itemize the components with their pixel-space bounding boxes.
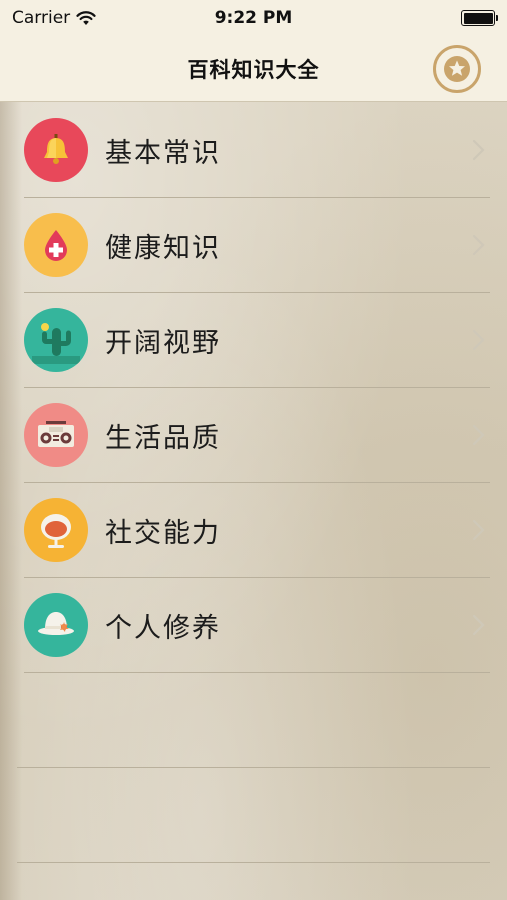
category-label: 个人修养 bbox=[105, 613, 221, 644]
chevron-right-icon bbox=[472, 614, 485, 636]
category-label: 社交能力 bbox=[105, 518, 221, 549]
star-icon bbox=[444, 56, 470, 82]
category-icon-badge bbox=[24, 593, 88, 657]
status-time: 9:22 PM bbox=[214, 8, 293, 28]
page-title: 百科知识大全 bbox=[187, 57, 320, 82]
chevron-right-icon bbox=[472, 329, 485, 351]
empty-list-row bbox=[0, 673, 507, 768]
category-row-health[interactable]: 健康知识 bbox=[0, 198, 507, 293]
category-row-self-cultivation[interactable]: 个人修养 bbox=[0, 578, 507, 673]
category-row-horizons[interactable]: 开阔视野 bbox=[0, 293, 507, 388]
chevron-right-icon bbox=[472, 139, 485, 161]
category-icon-badge bbox=[24, 118, 88, 182]
empty-list-row bbox=[0, 768, 507, 863]
category-icon-badge bbox=[24, 308, 88, 372]
category-row-life-quality[interactable]: 生活品质 bbox=[0, 388, 507, 483]
category-label: 健康知识 bbox=[105, 233, 221, 264]
status-left: Carrier bbox=[12, 8, 172, 28]
status-bar: Carrier 9:22 PM bbox=[0, 0, 507, 36]
category-label: 开阔视野 bbox=[105, 328, 221, 359]
radio-icon bbox=[38, 421, 74, 447]
carrier-label: Carrier bbox=[12, 8, 71, 28]
category-icon-badge bbox=[24, 498, 88, 562]
category-list: 基本常识 健康知识 开阔视野 生活品质 社交能力 个人修养 bbox=[0, 103, 507, 863]
blood-drop-icon bbox=[45, 230, 67, 261]
status-right bbox=[335, 10, 498, 26]
wifi-icon bbox=[76, 10, 96, 25]
favorites-button[interactable] bbox=[433, 45, 481, 93]
egg-chair-icon bbox=[41, 514, 71, 548]
category-icon-badge bbox=[24, 403, 88, 467]
bell-icon bbox=[44, 134, 68, 164]
category-icon-badge bbox=[24, 213, 88, 277]
chevron-right-icon bbox=[472, 424, 485, 446]
sun-hat-icon bbox=[38, 612, 74, 635]
battery-icon bbox=[461, 10, 498, 26]
cactus-icon bbox=[32, 323, 80, 364]
navigation-bar: 百科知识大全 bbox=[0, 36, 507, 102]
app-screen: Carrier 9:22 PM 百科知识大全 基本常识 健康知识 开阔视野 生活… bbox=[0, 0, 507, 900]
chevron-right-icon bbox=[472, 519, 485, 541]
chevron-right-icon bbox=[472, 234, 485, 256]
category-label: 基本常识 bbox=[105, 138, 221, 169]
category-label: 生活品质 bbox=[105, 423, 221, 454]
category-row-social-skills[interactable]: 社交能力 bbox=[0, 483, 507, 578]
category-row-basic-knowledge[interactable]: 基本常识 bbox=[0, 103, 507, 198]
